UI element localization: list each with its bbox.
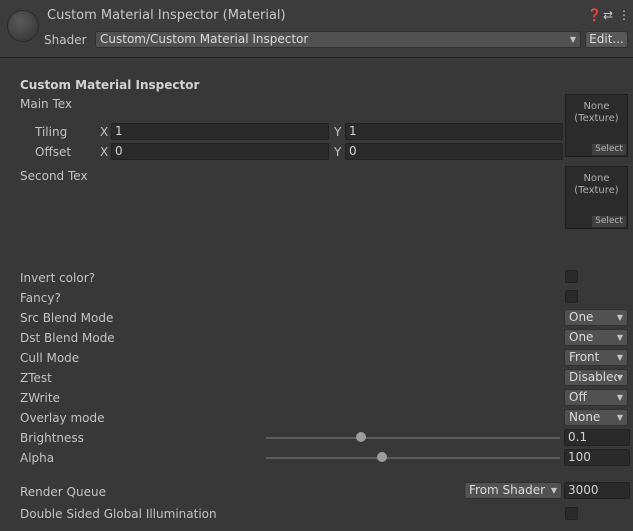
tiling-x-field[interactable]: 1 (111, 123, 329, 140)
tiling-y-label: Y (334, 125, 342, 139)
dst-blend-dropdown[interactable]: One ▼ (564, 329, 628, 346)
kebab-menu-icon[interactable]: ⋮ (618, 8, 630, 22)
overlay-mode-value: None (569, 410, 601, 424)
offset-label: Offset (35, 145, 72, 159)
chevron-down-icon: ▼ (569, 35, 576, 44)
overlay-mode-label: Overlay mode (20, 411, 105, 425)
shader-label: Shader (44, 33, 87, 47)
chevron-down-icon: ▼ (550, 486, 557, 495)
fancy-checkbox[interactable] (565, 290, 578, 303)
brightness-slider-handle[interactable] (356, 432, 366, 442)
chevron-down-icon: ▼ (616, 353, 623, 362)
offset-y-label: Y (334, 145, 342, 159)
src-blend-label: Src Blend Mode (20, 311, 114, 325)
cull-mode-dropdown[interactable]: Front ▼ (564, 349, 628, 366)
invert-color-label: Invert color? (20, 271, 95, 285)
second-tex-none-text: None (Texture) (574, 173, 619, 196)
tiling-label: Tiling (35, 125, 68, 139)
second-tex-select-button[interactable]: Select (592, 216, 626, 227)
brightness-field[interactable]: 0.1 (564, 429, 630, 446)
cull-mode-label: Cull Mode (20, 351, 80, 365)
overlay-mode-dropdown[interactable]: None ▼ (564, 409, 628, 426)
chevron-down-icon: ▼ (616, 333, 623, 342)
chevron-down-icon: ▼ (616, 370, 623, 385)
material-preview-thumbnail[interactable] (7, 10, 39, 42)
offset-x-label: X (100, 145, 109, 159)
chevron-down-icon: ▼ (616, 313, 623, 322)
zwrite-label: ZWrite (20, 391, 60, 405)
main-tex-label: Main Tex (20, 97, 73, 111)
ztest-dropdown[interactable]: Disabled ▼ (564, 369, 628, 386)
material-header: Custom Material Inspector (Material) ❓ ⇄… (0, 0, 633, 58)
tiling-y-field[interactable]: 1 (345, 123, 563, 140)
second-tex-slot[interactable]: None (Texture) Select (565, 166, 628, 229)
render-queue-mode-value: From Shader (469, 483, 546, 497)
chevron-down-icon: ▼ (616, 393, 623, 402)
shader-value: Custom/Custom Material Inspector (100, 32, 309, 46)
preset-icon[interactable]: ⇄ (602, 8, 614, 22)
offset-x-field[interactable]: 0 (111, 143, 329, 160)
dsgi-label: Double Sided Global Illumination (20, 507, 217, 521)
cull-mode-value: Front (569, 350, 600, 364)
render-queue-mode-dropdown[interactable]: From Shader ▼ (464, 482, 562, 499)
offset-y-field[interactable]: 0 (345, 143, 563, 160)
invert-color-checkbox[interactable] (565, 270, 578, 283)
dsgi-checkbox[interactable] (565, 507, 578, 520)
render-queue-field[interactable]: 3000 (564, 482, 630, 499)
main-tex-select-button[interactable]: Select (592, 144, 626, 155)
src-blend-value: One (569, 310, 594, 324)
alpha-label: Alpha (20, 451, 55, 465)
brightness-slider-track[interactable] (266, 437, 560, 439)
material-title: Custom Material Inspector (Material) (47, 8, 286, 23)
alpha-slider-track[interactable] (266, 457, 560, 459)
alpha-slider-handle[interactable] (377, 452, 387, 462)
dst-blend-value: One (569, 330, 594, 344)
edit-shader-button[interactable]: Edit... (585, 31, 628, 48)
zwrite-value: Off (569, 390, 587, 404)
main-tex-slot[interactable]: None (Texture) Select (565, 94, 628, 157)
dst-blend-label: Dst Blend Mode (20, 331, 115, 345)
fancy-label: Fancy? (20, 291, 61, 305)
zwrite-dropdown[interactable]: Off ▼ (564, 389, 628, 406)
main-tex-none-text: None (Texture) (574, 101, 619, 124)
src-blend-dropdown[interactable]: One ▼ (564, 309, 628, 326)
help-icon[interactable]: ❓ (587, 8, 602, 22)
tiling-x-label: X (100, 125, 109, 139)
ztest-value: Disabled (569, 370, 622, 384)
alpha-field[interactable]: 100 (564, 449, 630, 466)
render-queue-label: Render Queue (20, 485, 106, 499)
second-tex-label: Second Tex (20, 169, 88, 183)
ztest-label: ZTest (20, 371, 52, 385)
shader-dropdown[interactable]: Custom/Custom Material Inspector ▼ (95, 31, 581, 48)
brightness-label: Brightness (20, 431, 84, 445)
section-title: Custom Material Inspector (20, 78, 200, 92)
chevron-down-icon: ▼ (616, 413, 623, 422)
